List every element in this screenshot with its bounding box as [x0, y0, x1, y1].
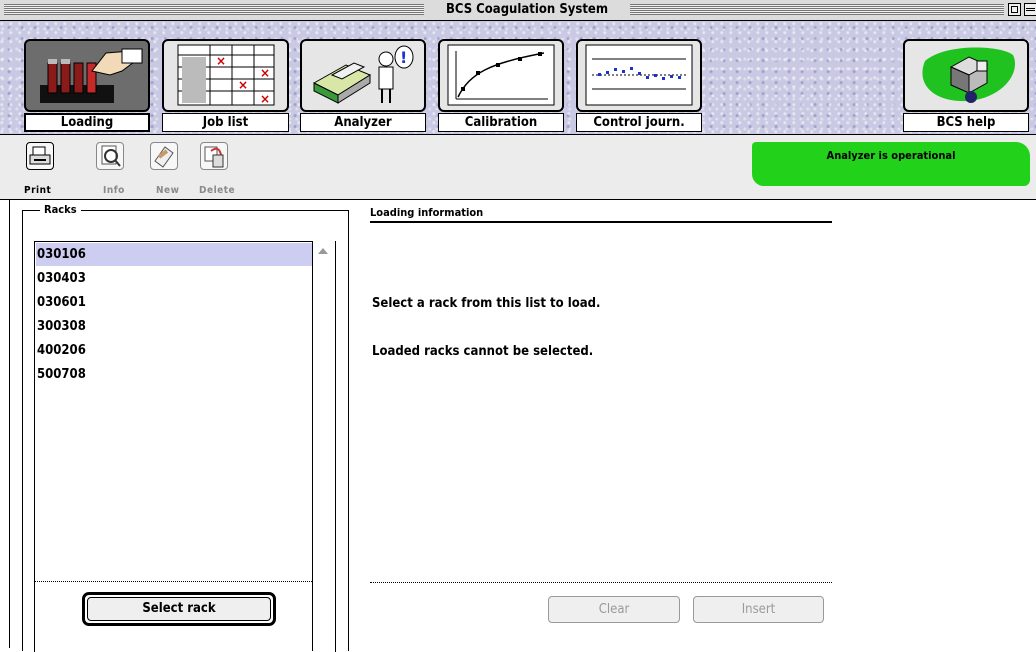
list-item[interactable]: 500708 — [36, 363, 313, 386]
list-item[interactable]: 030601 — [36, 291, 313, 314]
title-bar[interactable]: BCS Coagulation System — [0, 0, 1036, 21]
tab-job-list-label[interactable]: Job list — [162, 113, 289, 132]
svg-text:×: × — [260, 66, 270, 80]
tab-job-list[interactable]: × × × × — [162, 39, 289, 112]
window-left-edge — [9, 200, 10, 648]
bcs-help-label[interactable]: BCS help — [903, 113, 1029, 132]
zoom-box-icon[interactable] — [1008, 3, 1021, 16]
print-label[interactable]: Print — [24, 185, 51, 196]
print-icon[interactable] — [26, 142, 54, 170]
clear-button[interactable]: Clear — [548, 596, 680, 623]
list-item[interactable]: 030403 — [36, 267, 313, 290]
info-label: Info — [103, 185, 125, 196]
info-message-2: Loaded racks cannot be selected. — [372, 344, 594, 359]
calibration-curve-icon — [447, 44, 555, 106]
tab-loading-label[interactable]: Loading — [24, 113, 150, 132]
tab-analyzer-label[interactable]: Analyzer — [300, 113, 426, 132]
insert-button[interactable]: Insert — [693, 596, 824, 623]
new-label: New — [156, 185, 180, 196]
svg-text:×: × — [216, 54, 226, 68]
tab-calibration[interactable] — [438, 39, 564, 112]
info-icon — [96, 142, 124, 170]
job-list-grid-icon: × × × × — [177, 44, 275, 106]
collapse-box-icon[interactable] — [1024, 3, 1036, 16]
tab-calibration-label[interactable]: Calibration — [438, 113, 564, 132]
delete-label: Delete — [199, 185, 236, 196]
tab-control-journal[interactable] — [576, 39, 702, 112]
info-message-1: Select a rack from this list to load. — [372, 296, 601, 311]
svg-text:×: × — [238, 78, 248, 92]
racks-scrollbar[interactable] — [312, 241, 335, 651]
new-icon — [150, 142, 178, 170]
info-divider — [370, 582, 832, 583]
select-rack-button[interactable]: Select rack — [82, 592, 276, 626]
title-bar-stripes-right — [630, 4, 1004, 15]
tab-control-journal-label[interactable]: Control journ. — [576, 113, 702, 132]
tab-loading[interactable] — [24, 39, 150, 112]
racks-list[interactable]: 030106 030403 030601 300308 400206 50070… — [34, 241, 336, 652]
window-title: BCS Coagulation System — [424, 2, 630, 17]
delete-icon — [200, 142, 228, 170]
list-item[interactable]: 400206 — [36, 339, 313, 362]
svg-text:!: ! — [400, 48, 407, 67]
loading-information-heading: Loading information — [370, 206, 484, 219]
tab-analyzer[interactable]: ! — [300, 39, 426, 112]
bcs-help-button[interactable] — [903, 39, 1029, 112]
help-cube-icon — [922, 47, 1016, 103]
scroll-up-arrow-icon[interactable] — [318, 248, 328, 254]
racks-title: Racks — [40, 203, 81, 216]
status-badge: Analyzer is operational — [752, 142, 1030, 186]
list-item[interactable]: 030106 — [36, 243, 313, 266]
list-item[interactable]: 300308 — [36, 315, 313, 338]
racks-divider — [35, 581, 312, 582]
analyzer-machine-icon: ! — [312, 45, 414, 104]
heading-rule — [370, 221, 832, 223]
svg-text:×: × — [260, 92, 270, 106]
title-bar-stripes-left — [4, 4, 424, 15]
control-chart-icon — [585, 44, 693, 106]
loading-rack-icon — [40, 48, 143, 103]
select-rack-label[interactable]: Select rack — [87, 597, 271, 621]
